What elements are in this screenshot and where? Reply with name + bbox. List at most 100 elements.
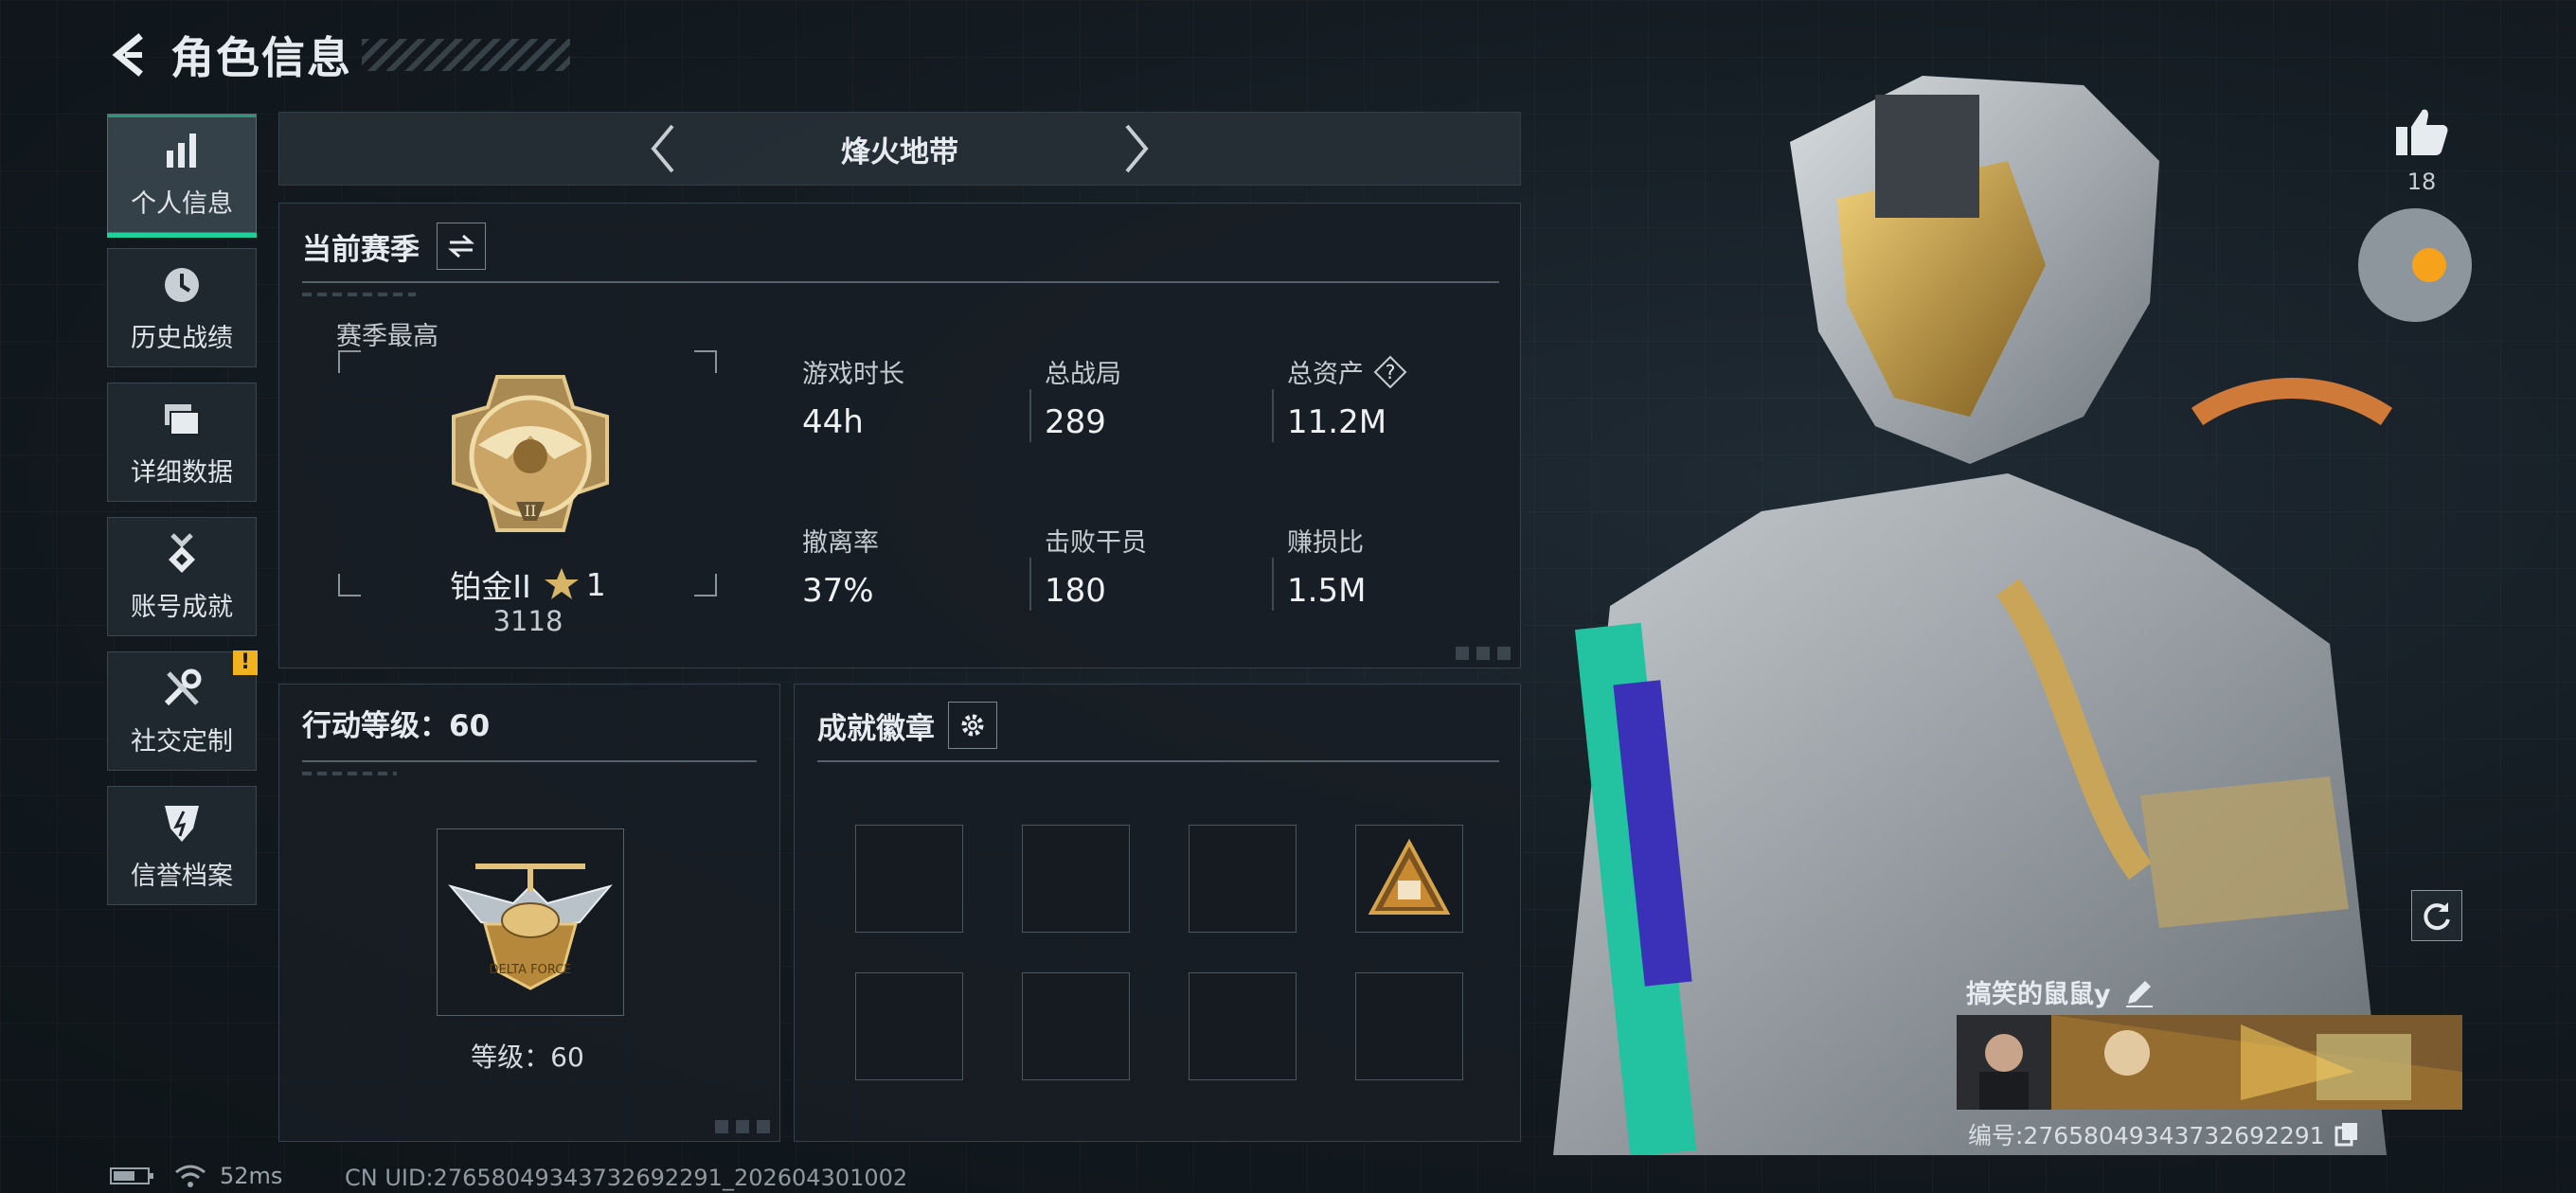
badge-slot[interactable] (1189, 972, 1297, 1080)
sidebar-item-label: 账号成就 (131, 592, 233, 622)
player-banner[interactable] (1957, 1015, 2462, 1110)
wifi-icon (175, 1165, 206, 1187)
rank-star-icon (544, 568, 579, 599)
badge-slot[interactable] (855, 825, 963, 933)
stat-playtime: 游戏时长 44h (802, 353, 904, 441)
stat-label: 总资产 (1287, 360, 1364, 389)
stat-label: 撤离率 (802, 528, 879, 558)
folder-stack-icon (165, 403, 200, 436)
sidebar-item-personal-info[interactable]: 个人信息 (107, 114, 257, 238)
stat-separator (1029, 389, 1031, 442)
like-widget[interactable]: 18 (2394, 106, 2449, 195)
supply-badge-icon (1368, 838, 1451, 915)
badge-slot-filled[interactable] (1355, 825, 1463, 933)
player-id: 编号:276580493437326922​91 (1968, 1122, 2325, 1149)
stat-label: 击败干员 (1045, 528, 1147, 558)
panel-corner-decoration (715, 1120, 772, 1133)
badge-slot[interactable] (855, 972, 963, 1080)
edit-pencil-icon[interactable] (2122, 975, 2156, 1009)
mode-selector: 烽火地带 (278, 112, 1521, 186)
player-name: 搞笑的鼠鼠y (1966, 980, 2111, 1009)
badge-slot[interactable] (1355, 972, 1463, 1080)
rank-stars: 1 (585, 565, 606, 603)
badges-panel: 成就徽章 (794, 684, 1521, 1142)
help-icon-text: ? (1386, 361, 1396, 383)
stat-separator (1029, 558, 1031, 611)
help-icon[interactable]: ? (1373, 355, 1407, 389)
chevron-left-icon[interactable] (644, 120, 682, 177)
wrench-screwdriver-icon (164, 668, 202, 705)
sidebar-item-label: 社交定制 (131, 726, 233, 757)
stat-value: 37% (802, 572, 874, 610)
season-peak-label: 赛季最高 (336, 322, 438, 351)
sidebar-item-history[interactable]: 历史战绩 (107, 248, 257, 367)
page-title: 角色信息 (170, 32, 352, 83)
stat-value: 44h (802, 403, 864, 441)
rank-name-row: 铂金II 1 (279, 561, 777, 607)
badges-panel-header: 成就徽章 (817, 702, 997, 749)
credit-shield-icon (165, 805, 199, 842)
helicopter-emblem-icon: DELTA FORCE (448, 864, 613, 990)
badges-title: 成就徽章 (817, 711, 935, 746)
stat-total-assets: 总资产 ? 11.2M (1287, 353, 1407, 441)
level-panel: 行动等级：60 DELTA FORCE 等级：60 (278, 684, 780, 1142)
stat-value: 11.2M (1287, 403, 1387, 441)
achievement-medal-icon (169, 532, 195, 573)
sidebar-item-social-custom[interactable]: 社交定制 ! (107, 650, 258, 771)
history-clock-icon (165, 267, 199, 302)
ping-value: 52ms (220, 1163, 283, 1189)
back-arrow-icon[interactable] (104, 30, 153, 80)
stat-label: 赚损比 (1287, 528, 1364, 558)
chevron-right-icon[interactable] (1118, 120, 1155, 177)
level-value: 等级：60 (471, 1042, 584, 1073)
dash-decoration (302, 772, 397, 775)
stat-label: 总战局 (1045, 360, 1121, 389)
player-id-row: 编号:276580493437326922​91 (1968, 1117, 2361, 1151)
rank-name: 铂金II (450, 568, 531, 605)
season-panel-header: 当前赛季 (302, 223, 486, 270)
rank-emblem-icon: II (452, 375, 609, 532)
sidebar-item-achievements[interactable]: 账号成就 (107, 517, 257, 636)
refresh-button[interactable] (2411, 890, 2462, 941)
sidebar-item-label: 历史战绩 (131, 323, 233, 353)
switch-season-button[interactable] (437, 223, 486, 270)
sidebar-item-detailed-data[interactable]: 详细数据 (107, 383, 257, 502)
stat-separator (1272, 389, 1274, 442)
stat-total-matches: 总战局 289 (1045, 353, 1121, 441)
level-emblem-frame: DELTA FORCE (437, 828, 624, 1016)
level-panel-header: 行动等级：60 (302, 702, 490, 744)
copy-icon[interactable] (2333, 1120, 2361, 1148)
notification-badge: ! (233, 650, 258, 675)
stat-label-row: 总资产 ? (1287, 353, 1407, 390)
sidebar-nav: 个人信息 历史战绩 详细数据 账号成就 社交定制 ! 信誉档案 (107, 114, 258, 920)
swap-arrows-icon (448, 234, 474, 258)
stat-value: 1.5M (1287, 572, 1367, 610)
badge-settings-button[interactable] (948, 702, 997, 749)
season-divider (302, 281, 1499, 283)
rank-score: 3118 (492, 605, 564, 637)
page-header: 角色信息 (104, 27, 570, 83)
badges-divider (817, 760, 1499, 762)
like-count: 18 (2406, 169, 2437, 195)
player-card: 搞笑的鼠鼠y (1957, 970, 2462, 1112)
dash-decoration (302, 293, 416, 296)
panel-corner-decoration (1456, 647, 1512, 660)
thumbs-up-icon (2396, 109, 2448, 155)
mode-title: 烽火地带 (841, 134, 958, 169)
sidebar-item-credit-file[interactable]: 信誉档案 (107, 786, 257, 905)
stat-profit-ratio: 赚损比 1.5M (1287, 522, 1366, 610)
emblem-text: DELTA FORCE (489, 963, 571, 977)
badge-slot[interactable] (1022, 825, 1130, 933)
stat-value: 180 (1045, 572, 1106, 610)
stat-extraction-rate: 撤离率 37% (802, 522, 879, 610)
stat-operators-defeated: 击败干员 180 (1045, 522, 1147, 610)
sidebar-item-label: 个人信息 (131, 188, 233, 219)
badge-slot[interactable] (1189, 825, 1297, 933)
level-divider (302, 760, 757, 762)
season-title: 当前赛季 (302, 232, 420, 267)
bar-chart-icon (167, 133, 196, 168)
banner-image (1957, 1015, 2462, 1110)
season-panel: 当前赛季 赛季最高 II 铂金II 1 3118 游戏时长 44h 总战局 28… (278, 203, 1521, 668)
battery-icon (110, 1167, 153, 1184)
badge-slot[interactable] (1022, 972, 1130, 1080)
